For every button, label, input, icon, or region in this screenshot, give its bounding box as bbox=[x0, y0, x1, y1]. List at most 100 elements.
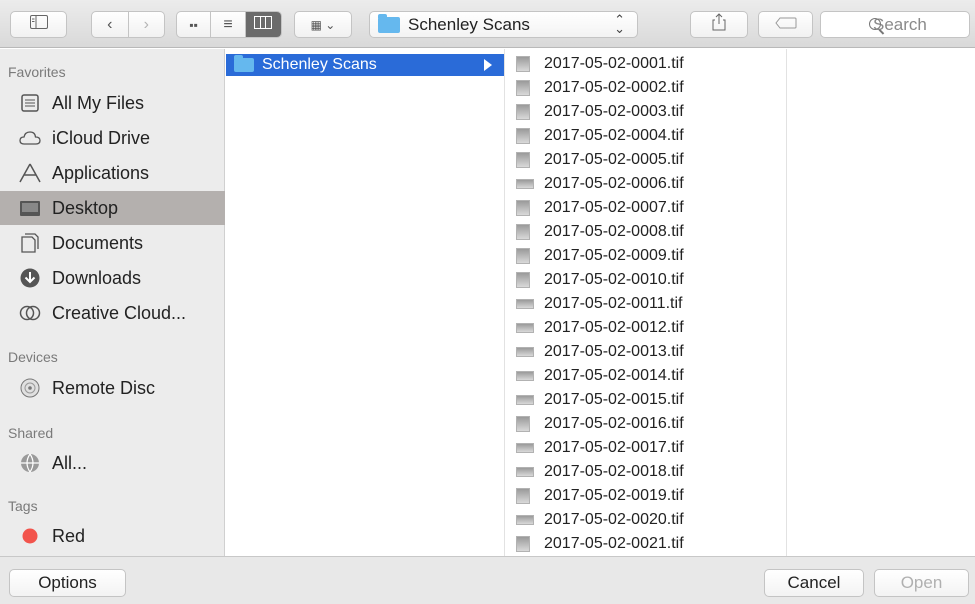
folder-row-label: Schenley Scans bbox=[262, 56, 377, 73]
image-thumbnail-icon bbox=[516, 347, 534, 357]
file-row[interactable]: 2017-05-02-0014.tif bbox=[506, 364, 786, 388]
tag-button[interactable] bbox=[758, 11, 813, 38]
sidebar-item-shared-all[interactable]: All... bbox=[0, 446, 225, 480]
sidebar-item-label: Remote Disc bbox=[52, 377, 156, 398]
sidebar-item-label: Creative Cloud... bbox=[52, 302, 187, 323]
sidebar-item-label: iCloud Drive bbox=[52, 127, 151, 148]
file-row[interactable]: 2017-05-02-0008.tif bbox=[506, 220, 786, 244]
file-row[interactable]: 2017-05-02-0018.tif bbox=[506, 460, 786, 484]
file-row[interactable]: 2017-05-02-0005.tif bbox=[506, 148, 786, 172]
sidebar-item-all-my-files[interactable]: All My Files bbox=[0, 86, 225, 120]
chevron-left-icon: ‹ bbox=[107, 15, 113, 33]
sidebar-icon bbox=[29, 15, 48, 34]
open-button[interactable]: Open bbox=[874, 569, 969, 597]
file-row[interactable]: 2017-05-02-0003.tif bbox=[506, 100, 786, 124]
sidebar-section-shared: Shared bbox=[8, 425, 54, 441]
all-files-icon bbox=[18, 92, 42, 114]
sidebar-item-desktop[interactable]: Desktop bbox=[0, 191, 225, 225]
file-row[interactable]: 2017-05-02-0019.tif bbox=[506, 484, 786, 508]
search-field[interactable]: Search bbox=[820, 11, 970, 38]
image-thumbnail-icon bbox=[516, 80, 530, 96]
list-view-button[interactable]: ≡ bbox=[211, 12, 246, 37]
list-icon: ≡ bbox=[223, 15, 233, 33]
file-name: 2017-05-02-0006.tif bbox=[544, 175, 684, 192]
sidebar: Favorites All My Files iCloud Drive Appl… bbox=[0, 49, 225, 556]
sidebar-section-favorites: Favorites bbox=[8, 64, 66, 80]
options-button[interactable]: Options bbox=[9, 569, 126, 597]
image-thumbnail-icon bbox=[516, 152, 530, 168]
file-name: 2017-05-02-0002.tif bbox=[544, 79, 684, 96]
file-name: 2017-05-02-0005.tif bbox=[544, 151, 684, 168]
file-name: 2017-05-02-0012.tif bbox=[544, 319, 684, 336]
sidebar-section-tags: Tags bbox=[8, 498, 38, 514]
image-thumbnail-icon bbox=[516, 515, 534, 525]
file-row[interactable]: 2017-05-02-0015.tif bbox=[506, 388, 786, 412]
file-name: 2017-05-02-0009.tif bbox=[544, 247, 684, 264]
sidebar-item-tag-red[interactable]: Red bbox=[0, 519, 225, 553]
grid-icon: ▪▪ bbox=[189, 17, 198, 32]
toolbar: ‹ › ▪▪ ≡ ▦ ⌄ Schenley Scans ⌃ ⌄ Search bbox=[0, 0, 975, 48]
sidebar-item-label: Desktop bbox=[52, 197, 119, 218]
file-row[interactable]: 2017-05-02-0007.tif bbox=[506, 196, 786, 220]
column-view-button[interactable] bbox=[245, 12, 281, 37]
file-row[interactable]: 2017-05-02-0011.tif bbox=[506, 292, 786, 316]
file-name: 2017-05-02-0008.tif bbox=[544, 223, 684, 240]
file-row[interactable]: 2017-05-02-0001.tif bbox=[506, 52, 786, 76]
folder-icon bbox=[234, 55, 254, 72]
cloud-icon bbox=[18, 127, 42, 149]
dialog-footer: Options Cancel Open bbox=[0, 556, 975, 604]
sidebar-item-documents[interactable]: Documents bbox=[0, 226, 225, 260]
file-row[interactable]: 2017-05-02-0006.tif bbox=[506, 172, 786, 196]
sidebar-toggle-button[interactable] bbox=[10, 11, 67, 38]
columns-icon bbox=[254, 15, 273, 34]
image-thumbnail-icon bbox=[516, 248, 530, 264]
image-thumbnail-icon bbox=[516, 416, 530, 432]
file-name: 2017-05-02-0011.tif bbox=[544, 295, 683, 312]
file-name: 2017-05-02-0020.tif bbox=[544, 511, 684, 528]
file-row[interactable]: 2017-05-02-0004.tif bbox=[506, 124, 786, 148]
arrange-button[interactable]: ▦ ⌄ bbox=[294, 11, 352, 38]
image-thumbnail-icon bbox=[516, 179, 534, 189]
view-mode-control: ▪▪ ≡ bbox=[176, 11, 282, 38]
file-name: 2017-05-02-0003.tif bbox=[544, 103, 684, 120]
file-name: 2017-05-02-0013.tif bbox=[544, 343, 684, 360]
sidebar-item-applications[interactable]: Applications bbox=[0, 156, 225, 190]
image-thumbnail-icon bbox=[516, 104, 530, 120]
file-row[interactable]: 2017-05-02-0021.tif bbox=[506, 532, 786, 556]
share-button[interactable] bbox=[690, 11, 748, 38]
updown-chevron-icon: ⌃ ⌄ bbox=[614, 12, 625, 36]
sidebar-item-icloud-drive[interactable]: iCloud Drive bbox=[0, 121, 225, 155]
file-row[interactable]: 2017-05-02-0009.tif bbox=[506, 244, 786, 268]
applications-icon bbox=[18, 162, 42, 184]
image-thumbnail-icon bbox=[516, 443, 534, 453]
image-thumbnail-icon bbox=[516, 299, 534, 309]
file-name: 2017-05-02-0010.tif bbox=[544, 271, 684, 288]
share-icon bbox=[712, 13, 726, 36]
image-thumbnail-icon bbox=[516, 488, 530, 504]
file-name: 2017-05-02-0021.tif bbox=[544, 535, 684, 552]
disc-icon bbox=[18, 377, 42, 399]
sidebar-item-label: Downloads bbox=[52, 267, 142, 288]
folder-row-schenley-scans[interactable]: Schenley Scans bbox=[226, 54, 504, 76]
icon-view-button[interactable]: ▪▪ bbox=[177, 12, 212, 37]
forward-button[interactable]: › bbox=[129, 12, 165, 37]
image-thumbnail-icon bbox=[516, 323, 534, 333]
file-row[interactable]: 2017-05-02-0010.tif bbox=[506, 268, 786, 292]
creative-cloud-icon bbox=[18, 302, 42, 324]
file-row[interactable]: 2017-05-02-0012.tif bbox=[506, 316, 786, 340]
location-popup[interactable]: Schenley Scans ⌃ ⌄ bbox=[369, 11, 638, 38]
file-row[interactable]: 2017-05-02-0016.tif bbox=[506, 412, 786, 436]
sidebar-item-remote-disc[interactable]: Remote Disc bbox=[0, 371, 225, 405]
search-icon bbox=[869, 18, 881, 30]
file-name: 2017-05-02-0004.tif bbox=[544, 127, 684, 144]
file-name: 2017-05-02-0016.tif bbox=[544, 415, 684, 432]
back-button[interactable]: ‹ bbox=[92, 12, 129, 37]
sidebar-item-downloads[interactable]: Downloads bbox=[0, 261, 225, 295]
file-row[interactable]: 2017-05-02-0017.tif bbox=[506, 436, 786, 460]
image-thumbnail-icon bbox=[516, 56, 530, 72]
sidebar-item-creative-cloud[interactable]: Creative Cloud... bbox=[0, 296, 225, 330]
cancel-button[interactable]: Cancel bbox=[764, 569, 864, 597]
file-row[interactable]: 2017-05-02-0002.tif bbox=[506, 76, 786, 100]
file-row[interactable]: 2017-05-02-0020.tif bbox=[506, 508, 786, 532]
file-row[interactable]: 2017-05-02-0013.tif bbox=[506, 340, 786, 364]
